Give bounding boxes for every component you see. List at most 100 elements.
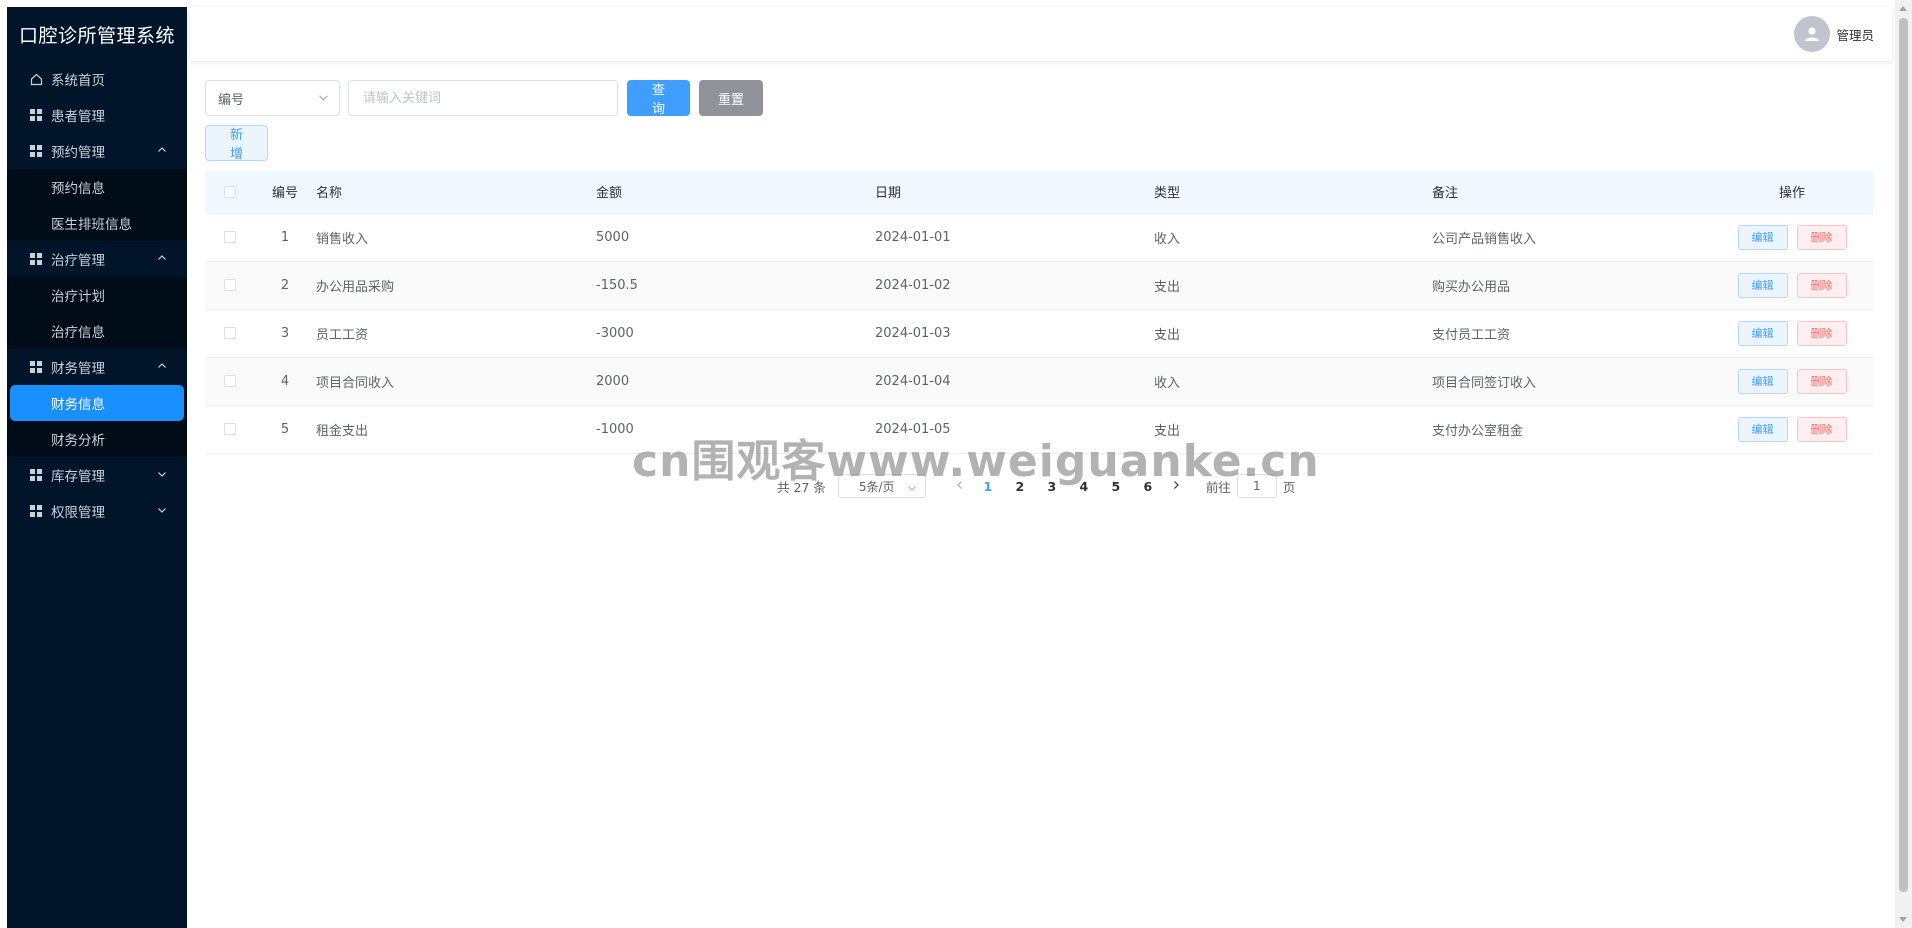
chevron-up-icon: [157, 143, 167, 159]
table-row[interactable]: 1 销售收入 5000 2024-01-01 收入 公司产品销售收入 编辑 删除: [205, 213, 1873, 262]
user-menu[interactable]: 管理员: [1794, 16, 1874, 52]
table-row[interactable]: 2 办公用品采购 -150.5 2024-01-02 支出 购买办公用品 编辑删…: [205, 261, 1873, 310]
sidebar-item-label: 权限管理: [51, 505, 105, 521]
page-scrollbar[interactable]: [1895, 0, 1912, 928]
cell-name: 项目合同收入: [316, 357, 596, 406]
scroll-up-arrow-icon[interactable]: [1899, 6, 1907, 11]
sidebar-item-appointments[interactable]: 预约管理: [7, 133, 187, 169]
sidebar-item-label: 预约管理: [51, 145, 105, 161]
cell-id: 3: [254, 309, 316, 358]
search-input[interactable]: [348, 80, 618, 116]
filter-field-value: 编号: [218, 92, 245, 108]
cell-actions: 编辑 删除: [1711, 405, 1873, 454]
watermark: cn围观客www.weiguanke.cn: [632, 436, 1320, 487]
edit-button[interactable]: 编辑: [1737, 320, 1788, 346]
sidebar-item-label: 患者管理: [51, 109, 105, 125]
edit-button[interactable]: 编辑: [1737, 272, 1788, 298]
row-checkbox[interactable]: [223, 375, 236, 387]
row-select-cell: [205, 357, 254, 406]
column-header[interactable]: 日期: [875, 171, 1154, 214]
sidebar-item-home[interactable]: 系统首页: [7, 61, 187, 97]
cell-amount: -3000: [596, 309, 875, 358]
edit-button[interactable]: 编辑: [1737, 416, 1788, 442]
query-button[interactable]: 查询: [627, 80, 690, 117]
cell-name: 租金支出: [316, 405, 596, 454]
filter-field-select[interactable]: 编号: [205, 80, 340, 116]
cell-amount: 2000: [596, 357, 875, 406]
table-row[interactable]: 4 项目合同收入 2000 2024-01-04 收入 项目合同签订收入 编辑删…: [205, 357, 1873, 406]
sidebar-menu: 系统首页 患者管理 预约管理 预约信息 医生排班信息 治疗管理 治疗计划 治疗信…: [7, 61, 187, 529]
cell-id: 1: [254, 213, 316, 262]
reset-button[interactable]: 重置: [699, 80, 763, 116]
grid-icon: [29, 108, 43, 122]
cell-note: 支付办公室租金: [1432, 405, 1711, 454]
delete-button[interactable]: 删除: [1796, 368, 1847, 394]
sidebar: 口腔诊所管理系统 系统首页 患者管理 预约管理 预约信息 医生排班信息 治疗管理…: [7, 7, 187, 928]
add-button[interactable]: 新增: [205, 125, 268, 162]
grid-icon: [29, 468, 43, 482]
table-header-row: 编号 名称 金额 日期 类型 备注 操作: [205, 171, 1873, 214]
sidebar-item-finance-analysis[interactable]: 财务分析: [7, 421, 187, 457]
sidebar-item-label: 财务管理: [51, 361, 105, 377]
edit-button[interactable]: 编辑: [1737, 368, 1788, 394]
cell-actions: 编辑 删除: [1711, 213, 1873, 262]
column-header[interactable]: 备注: [1432, 171, 1711, 214]
sidebar-item-doctor-schedule[interactable]: 医生排班信息: [7, 205, 187, 241]
sidebar-item-finance-info[interactable]: 财务信息: [10, 385, 184, 421]
select-all-checkbox[interactable]: [223, 185, 236, 198]
cell-note: 购买办公用品: [1432, 261, 1711, 310]
finance-table: 编号 名称 金额 日期 类型 备注 操作 1 销售收入 5000 2024-01…: [205, 171, 1873, 454]
sidebar-item-treatment[interactable]: 治疗管理: [7, 241, 187, 277]
scroll-thumb[interactable]: [1899, 18, 1908, 892]
sidebar-item-treatment-info[interactable]: 治疗信息: [7, 313, 187, 349]
chevron-down-icon: [318, 92, 329, 107]
column-header[interactable]: 名称: [316, 171, 596, 214]
cell-type: 支出: [1154, 309, 1432, 358]
scroll-down-arrow-icon[interactable]: [1899, 917, 1907, 922]
column-header[interactable]: 编号: [254, 171, 316, 214]
row-checkbox[interactable]: [223, 279, 236, 291]
user-icon: [1805, 27, 1820, 41]
cell-date: 2024-01-01: [875, 213, 1154, 262]
sidebar-item-finance[interactable]: 财务管理: [7, 349, 187, 385]
cell-note: 支付员工工资: [1432, 309, 1711, 358]
grid-icon: [29, 504, 43, 518]
column-header[interactable]: 金额: [596, 171, 875, 214]
sidebar-item-treatment-plan[interactable]: 治疗计划: [7, 277, 187, 313]
sidebar-item-permissions[interactable]: 权限管理: [7, 493, 187, 529]
cell-amount: -150.5: [596, 261, 875, 310]
grid-icon: [29, 144, 43, 158]
cell-note: 公司产品销售收入: [1432, 213, 1711, 262]
row-checkbox[interactable]: [223, 327, 236, 339]
cell-actions: 编辑 删除: [1711, 261, 1873, 310]
submenu-treatment: 治疗计划 治疗信息: [7, 277, 187, 349]
sidebar-item-label: 治疗管理: [51, 253, 105, 269]
chevron-down-icon: [157, 503, 167, 519]
cell-name: 办公用品采购: [316, 261, 596, 310]
sidebar-item-label: 库存管理: [51, 469, 105, 485]
column-header[interactable]: 类型: [1154, 171, 1432, 214]
user-name: 管理员: [1836, 27, 1874, 43]
sidebar-item-patients[interactable]: 患者管理: [7, 97, 187, 133]
app-title: 口腔诊所管理系统: [18, 24, 175, 47]
row-checkbox[interactable]: [223, 423, 236, 435]
column-header: 操作: [1711, 171, 1873, 214]
cell-note: 项目合同签订收入: [1432, 357, 1711, 406]
delete-button[interactable]: 删除: [1796, 224, 1847, 250]
avatar[interactable]: [1794, 16, 1831, 52]
cell-type: 收入: [1154, 357, 1432, 406]
delete-button[interactable]: 删除: [1796, 416, 1847, 442]
row-select-cell: [205, 261, 254, 310]
row-checkbox[interactable]: [223, 231, 236, 243]
cell-date: 2024-01-03: [875, 309, 1154, 358]
cell-type: 收入: [1154, 213, 1432, 262]
sidebar-item-appointment-info[interactable]: 预约信息: [7, 169, 187, 205]
sidebar-item-inventory[interactable]: 库存管理: [7, 457, 187, 493]
edit-button[interactable]: 编辑: [1737, 224, 1788, 250]
delete-button[interactable]: 删除: [1796, 272, 1847, 298]
search-toolbar: 编号 查询 重置: [205, 80, 763, 117]
cell-name: 员工工资: [316, 309, 596, 358]
cell-type: 支出: [1154, 261, 1432, 310]
table-row[interactable]: 3 员工工资 -3000 2024-01-03 支出 支付员工工资 编辑 删除: [205, 309, 1873, 358]
delete-button[interactable]: 删除: [1796, 320, 1847, 346]
